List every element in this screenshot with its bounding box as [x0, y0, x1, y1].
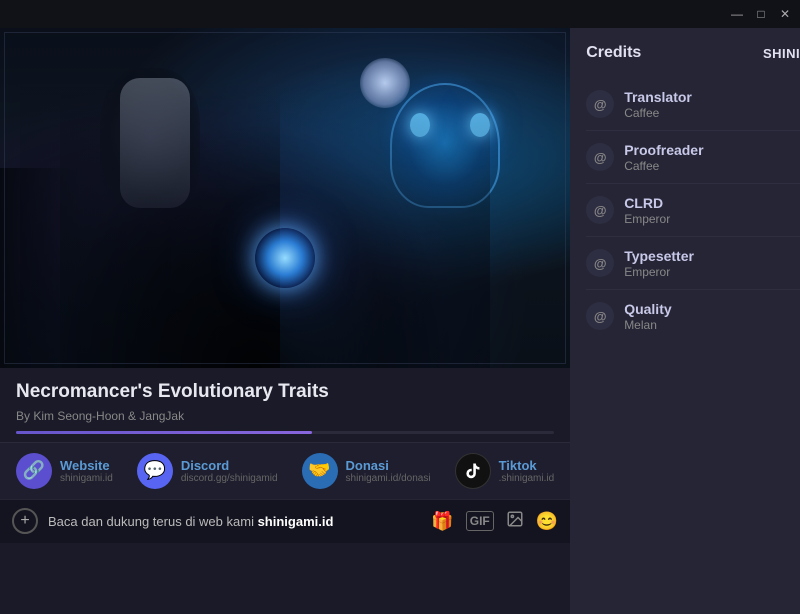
credit-info-proofreader: Proofreader Caffee: [624, 142, 800, 173]
credit-info-translator: Translator Caffee: [624, 89, 800, 120]
bottom-icons: 🎁 GIF 😊: [431, 510, 558, 533]
social-website[interactable]: 🔗 Website shinigami.id: [16, 453, 113, 489]
credit-role-clrd: CLRD: [624, 195, 800, 211]
at-symbol-proofreader: @: [586, 143, 614, 171]
website-icon: 🔗: [16, 453, 52, 489]
social-discord-text: Discord discord.gg/shinigamid: [181, 458, 278, 484]
bottom-bar: + Baca dan dukung terus di web kami shin…: [0, 499, 570, 543]
bottom-text-bold: shinigami.id: [258, 514, 334, 529]
at-symbol-typesetter: @: [586, 249, 614, 277]
website-label: Website: [60, 458, 113, 473]
credit-row-proofreader: @ Proofreader Caffee: [586, 131, 800, 184]
credits-header: Credits SHINIGAMI ID: [586, 44, 800, 62]
donasi-url: shinigami.id/donasi: [346, 473, 431, 484]
social-website-text: Website shinigami.id: [60, 458, 113, 484]
cover-image: [0, 28, 570, 368]
website-url: shinigami.id: [60, 473, 113, 484]
donasi-icon: 🤝: [302, 453, 338, 489]
credit-role-typesetter: Typesetter: [624, 248, 800, 264]
credit-name-proofreader: Caffee: [624, 159, 800, 173]
credit-row-typesetter: @ Typesetter Emperor: [586, 237, 800, 290]
donasi-label: Donasi: [346, 458, 431, 473]
gif-icon[interactable]: GIF: [466, 511, 494, 531]
credit-row-quality: @ Quality Melan: [586, 290, 800, 342]
character-hair-white: [120, 78, 190, 208]
image-icon[interactable]: [506, 510, 524, 533]
credit-info-quality: Quality Melan: [624, 301, 800, 332]
discord-icon: 💬: [137, 453, 173, 489]
credit-row-translator: @ Translator Caffee: [586, 78, 800, 131]
tiktok-url: .shinigami.id: [499, 473, 555, 484]
title-section: Necromancer's Evolutionary Traits By Kim…: [0, 368, 570, 442]
credit-name-typesetter: Emperor: [624, 265, 800, 279]
credits-panel: Credits SHINIGAMI ID @ Translator Caffee…: [570, 28, 800, 614]
social-donasi[interactable]: 🤝 Donasi shinigami.id/donasi: [302, 453, 431, 489]
character-overlay: [20, 79, 490, 368]
main-content: Necromancer's Evolutionary Traits By Kim…: [0, 28, 800, 614]
manga-title: Necromancer's Evolutionary Traits: [16, 380, 554, 405]
manga-author: By Kim Seong-Hoon & JangJak: [16, 409, 554, 423]
credit-role-quality: Quality: [624, 301, 800, 317]
discord-label: Discord: [181, 458, 278, 473]
at-symbol-quality: @: [586, 302, 614, 330]
at-symbol-clrd: @: [586, 196, 614, 224]
close-button[interactable]: ✕: [778, 7, 792, 21]
credit-role-translator: Translator: [624, 89, 800, 105]
social-section: 🔗 Website shinigami.id 💬 Discord discord…: [0, 442, 570, 499]
social-donasi-text: Donasi shinigami.id/donasi: [346, 458, 431, 484]
social-tiktok-text: Tiktok .shinigami.id: [499, 458, 555, 484]
energy-orb: [255, 228, 315, 288]
left-panel: Necromancer's Evolutionary Traits By Kim…: [0, 28, 570, 614]
tiktok-label: Tiktok: [499, 458, 555, 473]
progress-bar-fill: [16, 431, 312, 434]
credits-site: SHINIGAMI ID: [763, 46, 800, 61]
minimize-button[interactable]: —: [730, 7, 744, 21]
social-discord[interactable]: 💬 Discord discord.gg/shinigamid: [137, 453, 278, 489]
bottom-text-plain: Baca dan dukung terus di web kami: [48, 514, 258, 529]
credits-title: Credits: [586, 44, 641, 62]
gift-icon[interactable]: 🎁: [431, 511, 453, 532]
maximize-button[interactable]: □: [754, 7, 768, 21]
social-tiktok[interactable]: Tiktok .shinigami.id: [455, 453, 555, 489]
titlebar: — □ ✕: [0, 0, 800, 28]
bottom-text: Baca dan dukung terus di web kami shinig…: [48, 514, 421, 529]
add-button[interactable]: +: [12, 508, 38, 534]
emoji-icon[interactable]: 😊: [536, 511, 558, 532]
credit-info-clrd: CLRD Emperor: [624, 195, 800, 226]
credit-name-quality: Melan: [624, 318, 800, 332]
at-symbol-translator: @: [586, 90, 614, 118]
credit-name-clrd: Emperor: [624, 212, 800, 226]
credit-name-translator: Caffee: [624, 106, 800, 120]
credit-row-clrd: @ CLRD Emperor: [586, 184, 800, 237]
discord-url: discord.gg/shinigamid: [181, 473, 278, 484]
credit-info-typesetter: Typesetter Emperor: [624, 248, 800, 279]
progress-bar-container: [16, 431, 554, 434]
tiktok-icon: [455, 453, 491, 489]
credit-role-proofreader: Proofreader: [624, 142, 800, 158]
